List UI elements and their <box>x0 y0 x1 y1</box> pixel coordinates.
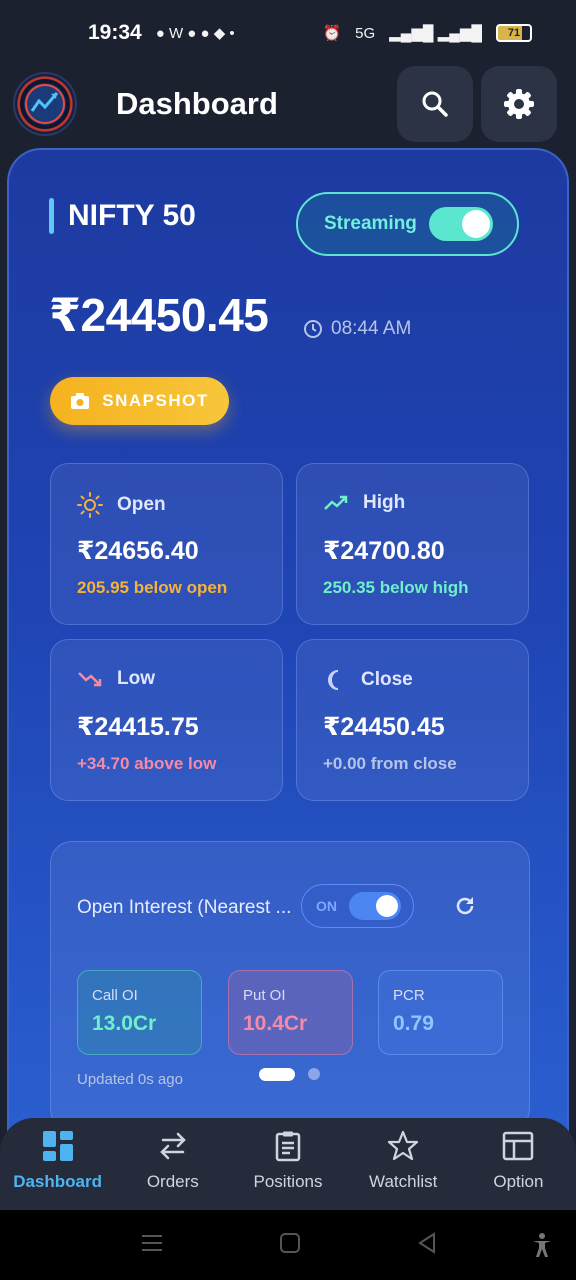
sun-icon <box>77 492 103 518</box>
search-button[interactable] <box>397 66 473 142</box>
page-indicator-active[interactable] <box>259 1068 295 1081</box>
index-header: NIFTY 50 <box>49 198 196 234</box>
pcr-value: 0.79 <box>393 1012 434 1035</box>
streaming-label: Streaming <box>324 213 417 234</box>
oi-toggle-pill[interactable]: ON <box>301 884 414 928</box>
network-label: 5G <box>355 24 376 42</box>
snapshot-label: SNAPSHOT <box>102 391 209 410</box>
system-nav-bar <box>0 1210 576 1280</box>
status-time: 19:34 <box>88 21 142 44</box>
switch-knob <box>376 895 398 917</box>
star-icon <box>388 1130 419 1161</box>
low-value: ₹24415.75 <box>77 713 199 741</box>
close-stat-header: Close <box>323 668 413 692</box>
high-delta: 250.35 below high <box>323 578 469 597</box>
back-icon[interactable] <box>416 1232 438 1259</box>
close-stat-card: Close ₹24450.45 +0.00 from close <box>296 639 529 801</box>
index-card: NIFTY 50 Streaming ₹24450.45 08:44 AM SN… <box>7 148 569 1148</box>
put-oi-value: 10.4Cr <box>243 1012 308 1035</box>
nav-label-positions: Positions <box>253 1172 323 1191</box>
switch-knob <box>462 210 490 238</box>
nav-label-option: Option <box>493 1172 544 1191</box>
battery-icon: 71 <box>496 24 532 42</box>
high-stat-header: High <box>323 492 405 514</box>
low-stat-header: Low <box>77 668 155 690</box>
close-delta: +0.00 from close <box>323 754 457 773</box>
price-time-text: 08:44 AM <box>331 318 412 339</box>
swap-icon <box>160 1132 186 1160</box>
high-value: ₹24700.80 <box>323 537 445 565</box>
search-icon <box>422 91 448 117</box>
open-stat-header: Open <box>77 492 166 518</box>
refresh-icon <box>456 897 474 915</box>
streaming-toggle-pill[interactable]: Streaming <box>296 192 519 256</box>
put-oi-box: Put OI 10.4Cr <box>228 970 353 1055</box>
trending-up-icon <box>324 495 348 510</box>
menu-icon[interactable] <box>141 1232 163 1259</box>
streaming-switch[interactable] <box>429 207 493 241</box>
close-label: Close <box>361 669 413 690</box>
nav-label-watchlist: Watchlist <box>369 1172 438 1191</box>
low-label: Low <box>117 668 155 689</box>
app-logo <box>13 72 77 136</box>
open-stat-card: Open ₹24656.40 205.95 below open <box>50 463 283 625</box>
page-indicator-inactive[interactable] <box>308 1068 320 1080</box>
clipboard-icon <box>275 1131 301 1162</box>
camera-icon <box>71 393 90 409</box>
table-icon <box>503 1131 534 1161</box>
open-interest-card: Open Interest (Nearest ... ON Call OI 13… <box>50 841 530 1131</box>
app-header: Dashboard <box>0 66 576 146</box>
notification-icons: ● W ● ● ◆ • <box>155 25 235 42</box>
home-icon[interactable] <box>279 1232 301 1259</box>
nav-item-orders[interactable]: Orders <box>115 1118 230 1210</box>
index-accent-bar <box>49 198 54 234</box>
status-bar: 19:34 ● W ● ● ◆ • ⏰ 5G ▂▄▆█ ▂▄▆█ 71 <box>0 0 576 66</box>
call-oi-value: 13.0Cr <box>92 1012 157 1035</box>
open-interest-title: Open Interest (Nearest ... <box>77 897 292 918</box>
alarm-icon: ⏰ <box>322 25 342 42</box>
nav-label-dashboard: Dashboard <box>13 1172 102 1191</box>
page-title: Dashboard <box>116 86 278 121</box>
open-value: ₹24656.40 <box>77 537 199 565</box>
call-oi-box: Call OI 13.0Cr <box>77 970 202 1055</box>
bottom-nav: Dashboard Orders Positions Watchlist Opt… <box>0 1118 576 1210</box>
oi-updated-text: Updated 0s ago <box>77 1071 183 1088</box>
call-oi-label: Call OI <box>92 987 138 1004</box>
oi-toggle-label: ON <box>316 898 337 914</box>
low-stat-card: Low ₹24415.75 +34.70 above low <box>50 639 283 801</box>
status-right: ⏰ 5G ▂▄▆█ ▂▄▆█ 71 <box>322 24 532 42</box>
close-value: ₹24450.45 <box>323 713 445 741</box>
nav-item-option[interactable]: Option <box>461 1118 576 1210</box>
nav-item-dashboard[interactable]: Dashboard <box>0 1118 115 1210</box>
put-oi-label: Put OI <box>243 987 286 1004</box>
grid-icon <box>42 1131 73 1161</box>
settings-button[interactable] <box>481 66 557 142</box>
accessibility-icon[interactable] <box>531 1232 553 1263</box>
index-name: NIFTY 50 <box>68 199 196 232</box>
status-left: 19:34 ● W ● ● ◆ • <box>88 21 235 45</box>
refresh-button[interactable] <box>453 894 477 923</box>
index-price: ₹24450.45 <box>49 289 269 341</box>
snapshot-button[interactable]: SNAPSHOT <box>50 377 229 425</box>
signal-icon: ▂▄▆█ ▂▄▆█ <box>389 25 482 42</box>
high-label: High <box>363 492 406 513</box>
open-delta: 205.95 below open <box>77 578 228 597</box>
nav-label-orders: Orders <box>146 1172 199 1191</box>
pcr-label: PCR <box>393 987 425 1004</box>
price-timestamp: 08:44 AM <box>303 318 411 340</box>
clock-icon <box>304 320 322 338</box>
trending-down-icon <box>78 672 102 687</box>
moon-icon <box>328 670 339 690</box>
nav-item-positions[interactable]: Positions <box>230 1118 345 1210</box>
open-label: Open <box>117 494 166 515</box>
oi-switch[interactable] <box>349 892 401 920</box>
high-stat-card: High ₹24700.80 250.35 below high <box>296 463 529 625</box>
pcr-box: PCR 0.79 <box>378 970 503 1055</box>
nav-item-watchlist[interactable]: Watchlist <box>346 1118 461 1210</box>
gear-icon <box>504 89 534 119</box>
low-delta: +34.70 above low <box>77 754 217 773</box>
logo-icon <box>25 84 65 124</box>
